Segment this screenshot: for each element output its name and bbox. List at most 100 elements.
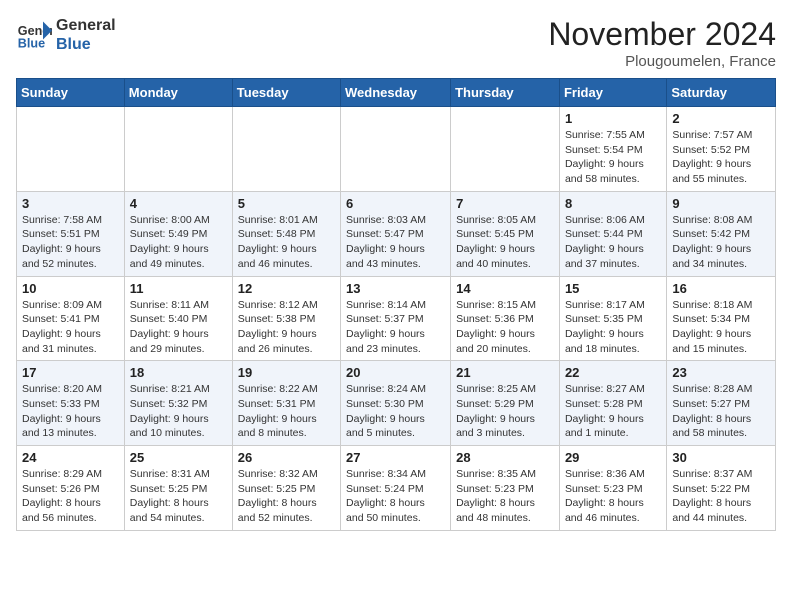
day-info: Sunrise: 8:34 AM Sunset: 5:24 PM Dayligh… — [346, 467, 445, 526]
calendar-cell: 2 Sunrise: 7:57 AM Sunset: 5:52 PM Daylig… — [667, 107, 776, 192]
calendar-cell: 17 Sunrise: 8:20 AM Sunset: 5:33 PM Dayli… — [17, 361, 125, 446]
day-info: Sunrise: 8:20 AM Sunset: 5:33 PM Dayligh… — [22, 382, 119, 441]
calendar-cell: 16 Sunrise: 8:18 AM Sunset: 5:34 PM Dayli… — [667, 276, 776, 361]
day-number: 7 — [456, 196, 554, 211]
month-year-title: November 2024 — [548, 16, 776, 53]
calendar-table: SundayMondayTuesdayWednesdayThursdayFrid… — [16, 78, 776, 531]
calendar-cell — [451, 107, 560, 192]
day-number: 19 — [238, 365, 335, 380]
day-info: Sunrise: 8:05 AM Sunset: 5:45 PM Dayligh… — [456, 213, 554, 272]
day-number: 17 — [22, 365, 119, 380]
day-number: 5 — [238, 196, 335, 211]
day-info: Sunrise: 8:28 AM Sunset: 5:27 PM Dayligh… — [672, 382, 770, 441]
calendar-cell: 8Sunrise: 8:06 AM Sunset: 5:44 PM Daylig… — [559, 191, 666, 276]
calendar-cell: 7 Sunrise: 8:05 AM Sunset: 5:45 PM Daylig… — [451, 191, 560, 276]
day-number: 8 — [565, 196, 661, 211]
day-info: Sunrise: 8:31 AM Sunset: 5:25 PM Dayligh… — [130, 467, 227, 526]
calendar-cell: 24 Sunrise: 8:29 AM Sunset: 5:26 PM Dayli… — [17, 446, 125, 531]
calendar-header: SundayMondayTuesdayWednesdayThursdayFrid… — [17, 79, 776, 107]
calendar-cell: 14 Sunrise: 8:15 AM Sunset: 5:36 PM Dayli… — [451, 276, 560, 361]
logo-icon: General Blue — [16, 17, 52, 53]
calendar-cell: 30Sunrise: 8:37 AM Sunset: 5:22 PM Dayli… — [667, 446, 776, 531]
calendar-cell: 28Sunrise: 8:35 AM Sunset: 5:23 PM Dayli… — [451, 446, 560, 531]
day-info: Sunrise: 8:17 AM Sunset: 5:35 PM Dayligh… — [565, 298, 661, 357]
day-info: Sunrise: 8:22 AM Sunset: 5:31 PM Dayligh… — [238, 382, 335, 441]
day-number: 10 — [22, 281, 119, 296]
logo-text-blue: Blue — [56, 35, 116, 54]
day-number: 6 — [346, 196, 445, 211]
day-info: Sunrise: 8:11 AM Sunset: 5:40 PM Dayligh… — [130, 298, 227, 357]
day-number: 24 — [22, 450, 119, 465]
calendar-cell: 23 Sunrise: 8:28 AM Sunset: 5:27 PM Dayli… — [667, 361, 776, 446]
calendar-cell: 18 Sunrise: 8:21 AM Sunset: 5:32 PM Dayli… — [124, 361, 232, 446]
calendar-cell: 21 Sunrise: 8:25 AM Sunset: 5:29 PM Dayli… — [451, 361, 560, 446]
calendar-week-1: 1 Sunrise: 7:55 AM Sunset: 5:54 PM Daylig… — [17, 107, 776, 192]
day-number: 27 — [346, 450, 445, 465]
calendar-cell: 15 Sunrise: 8:17 AM Sunset: 5:35 PM Dayli… — [559, 276, 666, 361]
calendar-cell — [232, 107, 340, 192]
col-header-monday: Monday — [124, 79, 232, 107]
day-info: Sunrise: 8:24 AM Sunset: 5:30 PM Dayligh… — [346, 382, 445, 441]
day-number: 11 — [130, 281, 227, 296]
col-header-friday: Friday — [559, 79, 666, 107]
day-info: Sunrise: 7:57 AM Sunset: 5:52 PM Dayligh… — [672, 128, 770, 187]
page-header: General Blue General Blue November 2024 … — [16, 16, 776, 70]
day-info: Sunrise: 8:37 AM Sunset: 5:22 PM Dayligh… — [672, 467, 770, 526]
day-info: Sunrise: 8:08 AM Sunset: 5:42 PM Dayligh… — [672, 213, 770, 272]
calendar-week-3: 10 Sunrise: 8:09 AM Sunset: 5:41 PM Dayli… — [17, 276, 776, 361]
day-info: Sunrise: 8:09 AM Sunset: 5:41 PM Dayligh… — [22, 298, 119, 357]
day-info: Sunrise: 8:18 AM Sunset: 5:34 PM Dayligh… — [672, 298, 770, 357]
day-number: 4 — [130, 196, 227, 211]
day-number: 20 — [346, 365, 445, 380]
calendar-cell: 22 Sunrise: 8:27 AM Sunset: 5:28 PM Dayli… — [559, 361, 666, 446]
day-number: 29 — [565, 450, 661, 465]
day-number: 21 — [456, 365, 554, 380]
col-header-thursday: Thursday — [451, 79, 560, 107]
calendar-cell — [341, 107, 451, 192]
day-number: 15 — [565, 281, 661, 296]
day-info: Sunrise: 8:35 AM Sunset: 5:23 PM Dayligh… — [456, 467, 554, 526]
calendar-cell: 1 Sunrise: 7:55 AM Sunset: 5:54 PM Daylig… — [559, 107, 666, 192]
day-info: Sunrise: 8:29 AM Sunset: 5:26 PM Dayligh… — [22, 467, 119, 526]
day-number: 25 — [130, 450, 227, 465]
calendar-cell: 25 Sunrise: 8:31 AM Sunset: 5:25 PM Dayli… — [124, 446, 232, 531]
day-number: 22 — [565, 365, 661, 380]
logo-text-general: General — [56, 16, 116, 35]
day-number: 23 — [672, 365, 770, 380]
calendar-cell: 27 Sunrise: 8:34 AM Sunset: 5:24 PM Dayli… — [341, 446, 451, 531]
day-info: Sunrise: 8:14 AM Sunset: 5:37 PM Dayligh… — [346, 298, 445, 357]
day-number: 1 — [565, 111, 661, 126]
day-info: Sunrise: 8:12 AM Sunset: 5:38 PM Dayligh… — [238, 298, 335, 357]
day-info: Sunrise: 8:03 AM Sunset: 5:47 PM Dayligh… — [346, 213, 445, 272]
day-number: 16 — [672, 281, 770, 296]
calendar-cell: 11 Sunrise: 8:11 AM Sunset: 5:40 PM Dayli… — [124, 276, 232, 361]
day-number: 18 — [130, 365, 227, 380]
calendar-cell: 9 Sunrise: 8:08 AM Sunset: 5:42 PM Daylig… — [667, 191, 776, 276]
day-info: Sunrise: 8:27 AM Sunset: 5:28 PM Dayligh… — [565, 382, 661, 441]
calendar-week-5: 24 Sunrise: 8:29 AM Sunset: 5:26 PM Dayli… — [17, 446, 776, 531]
day-info: Sunrise: 8:32 AM Sunset: 5:25 PM Dayligh… — [238, 467, 335, 526]
calendar-cell: 3 Sunrise: 7:58 AM Sunset: 5:51 PM Daylig… — [17, 191, 125, 276]
day-info: Sunrise: 8:21 AM Sunset: 5:32 PM Dayligh… — [130, 382, 227, 441]
col-header-tuesday: Tuesday — [232, 79, 340, 107]
calendar-cell: 26 Sunrise: 8:32 AM Sunset: 5:25 PM Dayli… — [232, 446, 340, 531]
day-number: 2 — [672, 111, 770, 126]
calendar-cell: 20 Sunrise: 8:24 AM Sunset: 5:30 PM Dayli… — [341, 361, 451, 446]
calendar-week-2: 3 Sunrise: 7:58 AM Sunset: 5:51 PM Daylig… — [17, 191, 776, 276]
day-info: Sunrise: 7:55 AM Sunset: 5:54 PM Dayligh… — [565, 128, 661, 187]
day-number: 14 — [456, 281, 554, 296]
day-info: Sunrise: 7:58 AM Sunset: 5:51 PM Dayligh… — [22, 213, 119, 272]
day-number: 9 — [672, 196, 770, 211]
day-info: Sunrise: 8:00 AM Sunset: 5:49 PM Dayligh… — [130, 213, 227, 272]
col-header-sunday: Sunday — [17, 79, 125, 107]
calendar-cell: 12 Sunrise: 8:12 AM Sunset: 5:38 PM Dayli… — [232, 276, 340, 361]
day-number: 13 — [346, 281, 445, 296]
svg-text:Blue: Blue — [18, 37, 45, 51]
day-number: 26 — [238, 450, 335, 465]
day-info: Sunrise: 8:15 AM Sunset: 5:36 PM Dayligh… — [456, 298, 554, 357]
day-number: 12 — [238, 281, 335, 296]
calendar-cell: 6 Sunrise: 8:03 AM Sunset: 5:47 PM Daylig… — [341, 191, 451, 276]
day-info: Sunrise: 8:25 AM Sunset: 5:29 PM Dayligh… — [456, 382, 554, 441]
calendar-cell: 29Sunrise: 8:36 AM Sunset: 5:23 PM Dayli… — [559, 446, 666, 531]
day-number: 3 — [22, 196, 119, 211]
